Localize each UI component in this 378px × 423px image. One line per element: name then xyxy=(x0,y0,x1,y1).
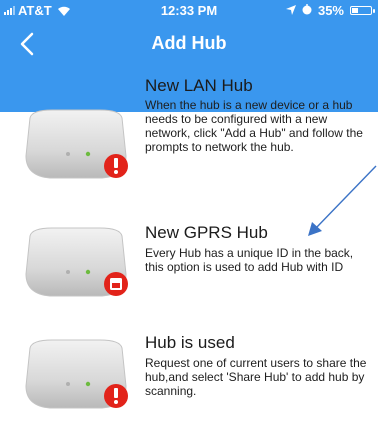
location-icon xyxy=(285,3,296,18)
hub-option-description: Request one of current users to share th… xyxy=(145,356,367,398)
nav-bar: Add Hub xyxy=(0,22,378,66)
hub-option-title: New LAN Hub xyxy=(145,76,253,95)
hub-option-title: New GPRS Hub xyxy=(145,223,268,242)
exclamation-icon xyxy=(104,384,128,408)
status-bar: AT&T 12:33 PM 35% xyxy=(0,0,378,22)
hub-device-icon xyxy=(25,227,128,297)
battery-fill xyxy=(352,8,358,13)
hub-device-icon xyxy=(25,339,128,409)
battery-percent: 35% xyxy=(317,3,344,18)
hub-option-description: When the hub is a new device or a hub ne… xyxy=(145,98,363,154)
alarm-icon xyxy=(302,3,312,18)
hub-option-description: Every Hub has a unique ID in the back, t… xyxy=(145,246,354,274)
hub-option-title: Hub is used xyxy=(145,333,235,352)
card-icon xyxy=(104,272,128,296)
exclamation-icon xyxy=(104,154,128,178)
status-right: 35% xyxy=(285,3,375,18)
battery-icon xyxy=(350,6,375,15)
page-title: Add Hub xyxy=(151,33,227,53)
hub-device-icon xyxy=(25,109,128,179)
